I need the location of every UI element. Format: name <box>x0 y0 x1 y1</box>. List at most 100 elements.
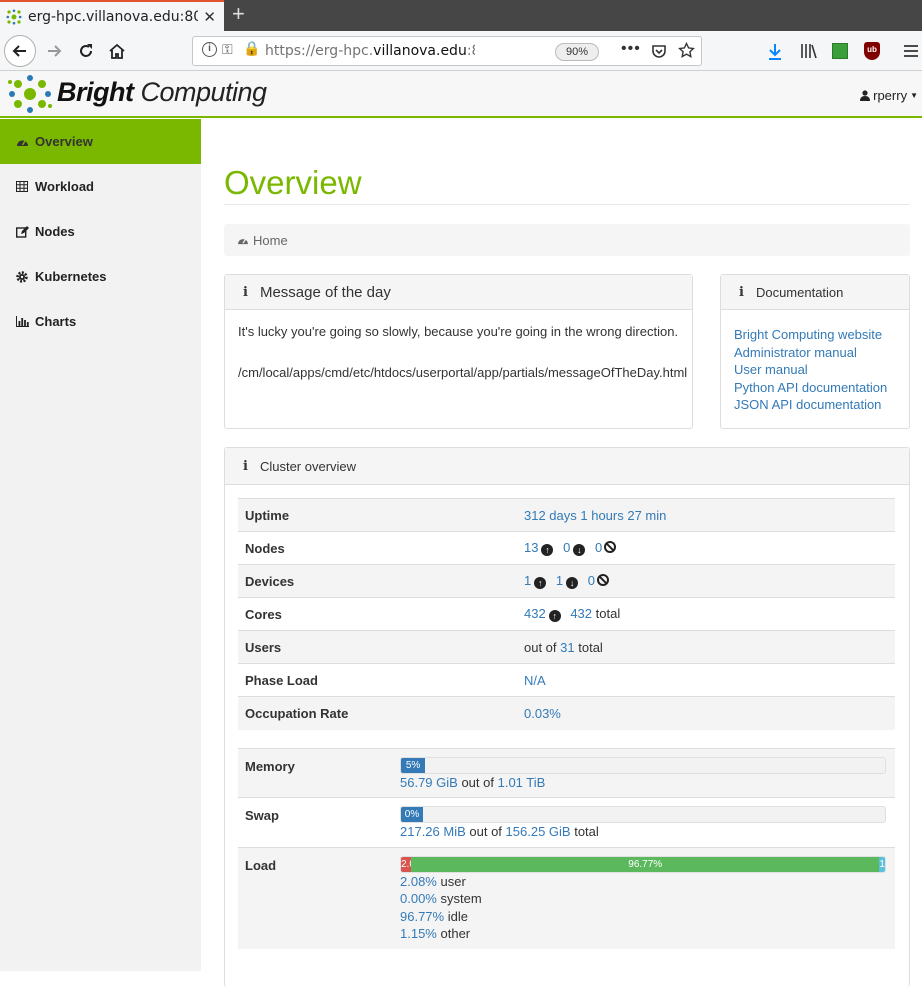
users-total-count[interactable]: 31 <box>560 640 574 655</box>
uptime-label: Uptime <box>238 498 524 532</box>
hamburger-menu-icon[interactable] <box>904 44 918 58</box>
load-other-word: other <box>440 926 471 942</box>
browser-tab-title: erg-hpc.villanova.edu:8081 <box>28 8 198 25</box>
table-icon <box>15 180 29 194</box>
key-icon[interactable]: ⚿ <box>222 41 233 58</box>
bright-favicon-icon <box>6 9 22 24</box>
zoom-level[interactable]: 90% <box>555 43 599 61</box>
table-row: Devices 1 ↑ 1 ↓ 0 <box>238 564 895 598</box>
home-button[interactable] <box>101 35 133 67</box>
table-row: Occupation Rate 0.03% <box>238 696 895 730</box>
load-progress-bar: 2.08% 96.77% 1.15% <box>400 855 886 873</box>
memory-total[interactable]: 1.01 TiB <box>498 775 546 790</box>
sidebar-item-charts[interactable]: Charts <box>0 299 201 344</box>
table-row: Users out of 31 total <box>238 630 895 664</box>
cores-label: Cores <box>238 597 524 631</box>
memory-progress-bar: 5% <box>400 756 886 774</box>
sidebar-item-workload[interactable]: Workload <box>0 164 201 209</box>
info-icon: i <box>243 284 248 300</box>
app-header: Bright Computing rperry ▼ <box>0 71 922 118</box>
address-bar[interactable]: i ⚿ 🔒 https://erg-hpc.villanova.edu:8081… <box>192 36 702 66</box>
load-user-segment: 2.08% <box>401 856 412 872</box>
cores-up-count[interactable]: 432 <box>524 606 546 621</box>
back-button[interactable] <box>4 35 36 67</box>
doc-link-python-api[interactable]: Python API documentation <box>734 380 887 395</box>
swap-used[interactable]: 217.26 MiB <box>400 824 466 839</box>
devices-up-count[interactable]: 1 <box>524 573 531 588</box>
brand-wordmark[interactable]: Bright Computing <box>57 77 267 108</box>
nodes-closed-count[interactable]: 0 <box>595 540 602 555</box>
download-icon[interactable] <box>767 43 783 61</box>
users-total-word: total <box>578 639 603 655</box>
load-system-pct[interactable]: 0.00% <box>400 891 437 906</box>
insecure-lock-icon[interactable]: 🔒 <box>243 40 260 57</box>
cluster-overview-title: Cluster overview <box>259 458 357 474</box>
table-row: Cores 432 ↑ 432 total <box>238 597 895 631</box>
bright-logo-icon[interactable] <box>7 73 53 115</box>
resources-table: Memory 5% 56.79 GiB out of 1.01 TiB Swap… <box>238 747 895 950</box>
close-tab-icon[interactable]: ✕ <box>203 8 216 26</box>
home-icon <box>109 43 125 59</box>
load-user-word: user <box>440 873 466 889</box>
load-label: Load <box>238 846 400 950</box>
sidebar-item-kubernetes[interactable]: Kubernetes <box>0 254 201 299</box>
info-icon: i <box>243 458 248 474</box>
load-idle-word: idle <box>447 908 468 924</box>
nodes-label: Nodes <box>238 531 524 565</box>
users-label: Users <box>238 630 524 664</box>
arrow-up-circle-icon: ↑ <box>548 610 561 622</box>
extension-green-icon[interactable] <box>832 43 848 59</box>
info-icon[interactable]: i <box>202 42 217 57</box>
swap-progress-bar: 0% <box>400 806 886 824</box>
phase-load-value[interactable]: N/A <box>524 673 546 688</box>
swap-progress-fill: 0% <box>401 807 423 823</box>
memory-used[interactable]: 56.79 GiB <box>400 775 458 790</box>
user-menu[interactable]: rperry ▼ <box>860 88 918 103</box>
ban-icon <box>604 541 617 553</box>
bookmark-star-icon[interactable] <box>678 42 695 59</box>
pocket-icon[interactable] <box>651 43 667 59</box>
occupation-rate-value[interactable]: 0.03% <box>524 706 561 721</box>
gear-icon <box>15 270 29 284</box>
info-icon: i <box>739 284 744 300</box>
nodes-down-count[interactable]: 0 <box>563 540 570 555</box>
breadcrumb-home[interactable]: Home <box>253 233 288 248</box>
doc-link-user-manual[interactable]: User manual <box>734 362 808 377</box>
reload-button[interactable] <box>70 35 102 67</box>
swap-label: Swap <box>238 797 400 848</box>
devices-down-count[interactable]: 1 <box>556 573 563 588</box>
table-row: Load 2.08% 96.77% 1.15% 2.08% user 0.00%… <box>238 846 895 950</box>
nodes-up-count[interactable]: 13 <box>524 540 538 555</box>
url-text[interactable]: https://erg-hpc.villanova.edu:8081/userp… <box>265 43 475 59</box>
load-other-pct[interactable]: 1.15% <box>400 926 437 941</box>
cores-total-word: total <box>595 606 621 621</box>
arrow-right-icon <box>48 45 62 57</box>
occupation-rate-label: Occupation Rate <box>238 696 524 730</box>
browser-tab[interactable]: erg-hpc.villanova.edu:8081 ✕ <box>0 0 224 31</box>
sidebar-item-overview[interactable]: Overview <box>0 119 201 164</box>
load-idle-pct[interactable]: 96.77% <box>400 909 444 924</box>
page-actions-icon[interactable]: ••• <box>621 40 641 58</box>
main-content: Overview Home <box>224 119 910 256</box>
reload-icon <box>80 44 92 57</box>
browser-tab-bar: erg-hpc.villanova.edu:8081 ✕ + <box>0 0 922 31</box>
devices-closed-count[interactable]: 0 <box>588 573 595 588</box>
doc-link-json-api[interactable]: JSON API documentation <box>734 397 881 412</box>
documentation-panel: i Documentation Bright Computing website… <box>720 274 910 429</box>
doc-link-website[interactable]: Bright Computing website <box>734 327 882 342</box>
library-icon[interactable] <box>800 43 818 59</box>
cores-total-count[interactable]: 432 <box>570 606 592 621</box>
doc-link-admin-manual[interactable]: Administrator manual <box>734 345 857 360</box>
cluster-stats-table: Uptime 312 days 1 hours 27 min Nodes 13 ↑… <box>238 498 895 730</box>
new-tab-icon[interactable]: + <box>232 3 245 25</box>
sidebar-item-nodes[interactable]: Nodes <box>0 209 201 254</box>
ublock-icon[interactable]: ub <box>864 42 880 60</box>
forward-button[interactable] <box>38 35 70 67</box>
dashboard-icon <box>15 135 29 149</box>
documentation-title: Documentation <box>755 284 844 300</box>
uptime-value[interactable]: 312 days 1 hours 27 min <box>524 508 666 523</box>
load-user-pct[interactable]: 2.08% <box>400 874 437 889</box>
motd-path: /cm/local/apps/cmd/etc/htdocs/userportal… <box>238 365 688 380</box>
documentation-panel-header: i Documentation <box>721 275 909 310</box>
swap-total[interactable]: 156.25 GiB <box>506 824 571 839</box>
